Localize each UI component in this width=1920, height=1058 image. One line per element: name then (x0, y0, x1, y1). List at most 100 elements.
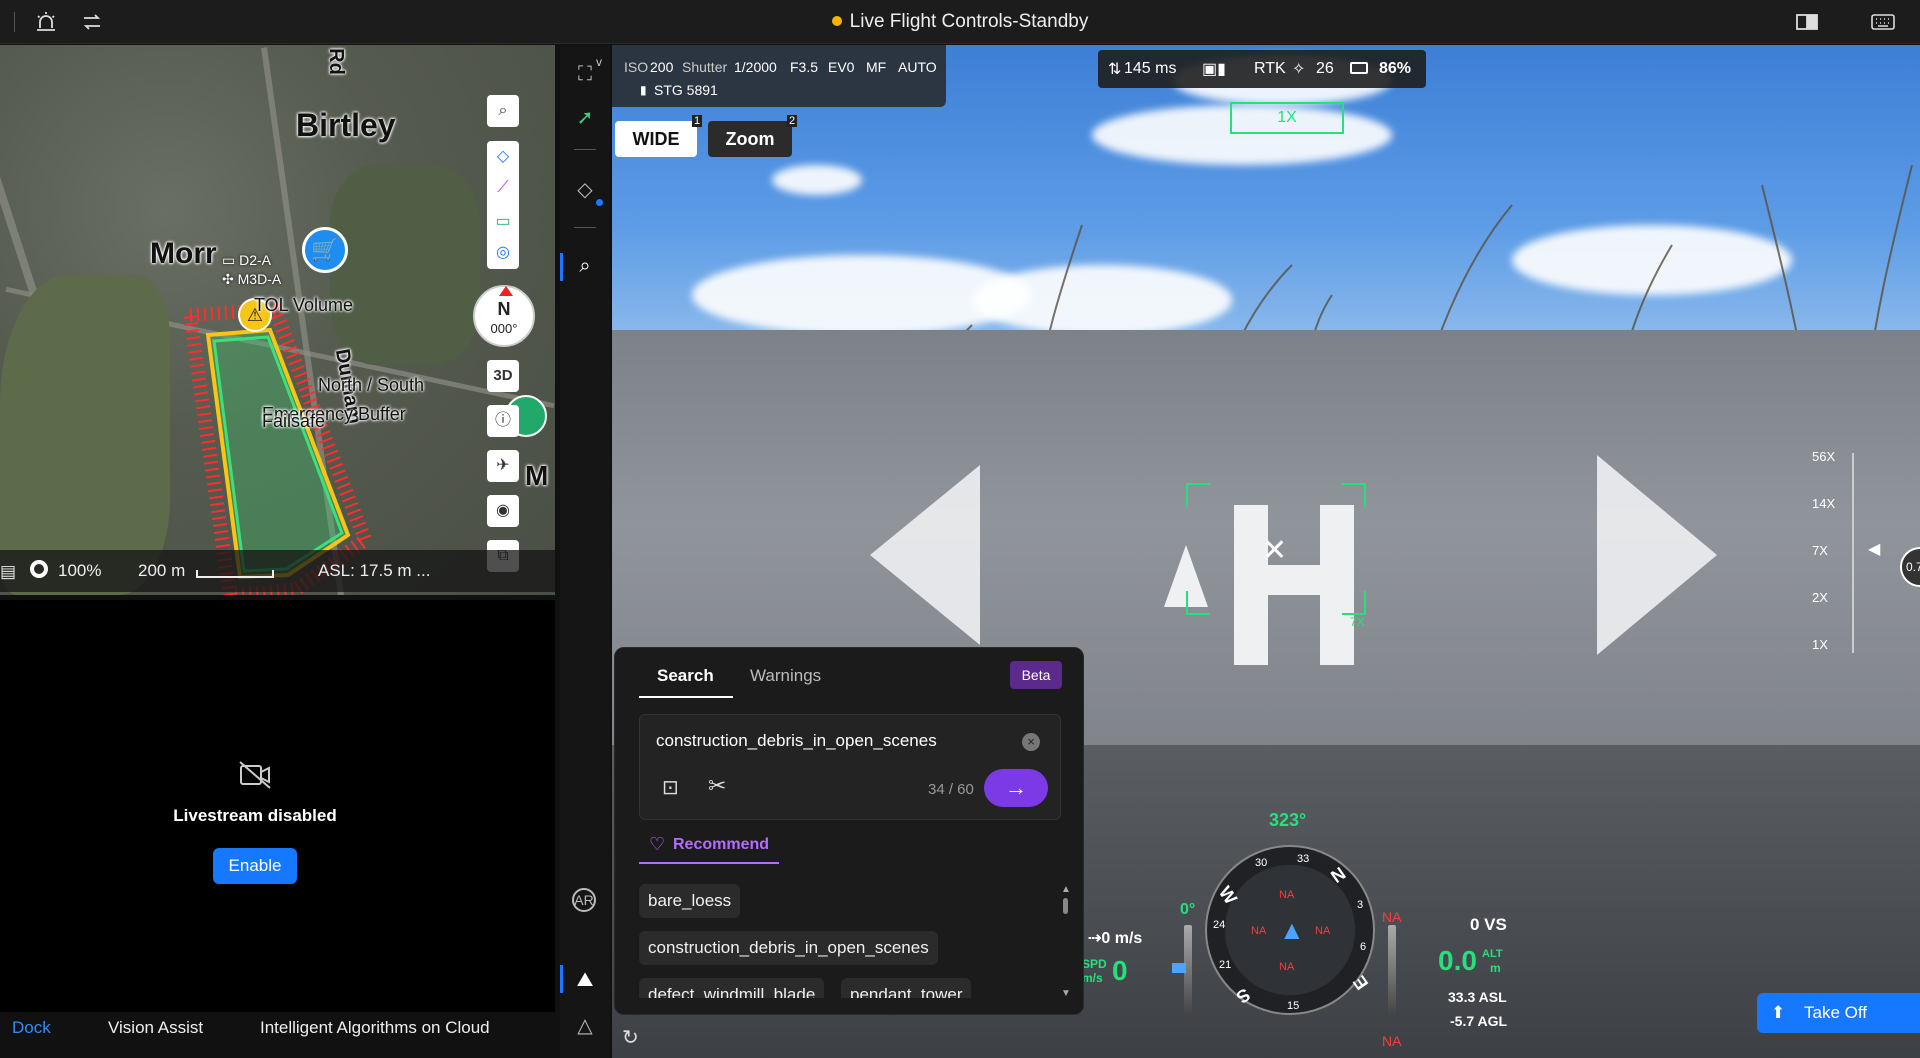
page-title: Live Flight Controls-Standby (0, 11, 1920, 33)
tab-vision-assist[interactable]: Vision Assist (108, 1018, 203, 1038)
take-off-icon: ⬆ (1771, 1003, 1786, 1022)
tab-warnings[interactable]: Warnings (750, 666, 821, 686)
take-off-label: Take Off (1803, 1003, 1867, 1022)
waypoint-icon[interactable]: ◇ (572, 177, 598, 203)
zoom-tick-14x: 14X (1812, 496, 1836, 511)
search-panel: Search Warnings Beta construction_debris… (614, 647, 1084, 1015)
submit-button[interactable]: → (984, 769, 1048, 807)
layout-icon[interactable] (1795, 10, 1819, 34)
search-input[interactable]: construction_debris_in_open_scenes (656, 731, 937, 751)
iso-value[interactable]: 200 (650, 59, 673, 75)
compass-mark-w: W (1214, 882, 1241, 908)
map-nav-icon[interactable]: ➚ (572, 105, 598, 131)
cart-pin-icon[interactable]: 🛒 (302, 227, 348, 273)
draw-circle-icon[interactable]: ◎ (487, 242, 519, 262)
lens-wide-index: 1 (692, 115, 703, 127)
rtk-label: RTK (1254, 60, 1286, 77)
keyboard-icon[interactable] (1870, 10, 1895, 34)
battery-icon (1350, 62, 1368, 74)
heading-readout: 323° (1269, 810, 1307, 830)
enable-button[interactable]: Enable (213, 848, 297, 884)
tab-search[interactable]: Search (657, 666, 714, 686)
focus-mode[interactable]: MF (866, 59, 886, 75)
chevron-down-icon[interactable]: v (596, 55, 602, 69)
map-draw-point-icon[interactable]: ◇ ⟋ ▭ ◎ (487, 141, 519, 269)
device-m3da[interactable]: ✣ M3D-A (222, 271, 281, 288)
livestream-message: Livestream disabled (173, 806, 337, 825)
fullscreen-icon[interactable]: ⛶ (572, 61, 598, 87)
tab-dock[interactable]: Dock (12, 1018, 51, 1038)
altitude-unit: m (1490, 961, 1501, 975)
camera-off-icon (238, 760, 272, 795)
side-value: 0.7 (1906, 560, 1920, 574)
clear-icon[interactable]: × (1022, 733, 1040, 751)
status-bar: ⇅ 145 ms ▣▮ RTK ✧ 26 86% (1098, 50, 1426, 88)
chip-bare-loess[interactable]: bare_loess (639, 884, 741, 918)
horizon-icon[interactable]: ⛰ (572, 967, 598, 993)
map-locate-icon[interactable]: ◉ (487, 495, 519, 527)
map-view[interactable]: Birtley Morr Rd Durham M ▭ D2-A ✣ M3D-A … (0, 45, 555, 595)
recommend-label[interactable]: Recommend (673, 836, 769, 854)
compass-dial: N W S E 30 33 3 6 24 21 15 NA NA NA NA ▲ (1205, 845, 1375, 1015)
aperture-value[interactable]: F3.5 (790, 59, 818, 75)
lens-zoom-button[interactable]: Zoom (708, 121, 792, 157)
map-label-me: M (525, 460, 549, 491)
device-label: M3D-A (237, 271, 282, 287)
draw-line-icon[interactable]: ⟋ (487, 179, 519, 197)
chip-pendant-tower[interactable]: pendant_tower (841, 978, 972, 998)
ar-icon[interactable]: AR (572, 888, 596, 912)
scroll-up-icon[interactable]: ▲ (1061, 884, 1071, 895)
chip-construction-debris[interactable]: construction_debris_in_open_scenes (639, 931, 938, 965)
active-indicator (560, 965, 563, 993)
spd-value: 0 (1112, 955, 1128, 986)
agl-value: -5.7 AGL (1450, 1013, 1508, 1029)
refresh-icon[interactable]: ↻ (622, 1025, 639, 1050)
map-save-icon[interactable]: ▤ (0, 562, 16, 582)
spd-label: SPD (1082, 957, 1107, 971)
shapes-icon[interactable]: △ (572, 1013, 598, 1039)
speed-arrow-icon: ⇢ (1088, 930, 1102, 947)
ai-search-icon[interactable]: ⌕ (572, 253, 598, 279)
target-zoom-label: 7X (1350, 615, 1365, 629)
map-opacity: 100% (58, 561, 102, 580)
chip-defect-windmill-blade[interactable]: defect_windmill_blade (639, 978, 825, 998)
target-reticle[interactable]: ✕ (1186, 483, 1366, 615)
gimbal-pointer-icon (1172, 963, 1186, 973)
compass-na-right: NA (1315, 925, 1331, 937)
spd-unit: m/s (1082, 971, 1103, 985)
exposure-mode[interactable]: AUTO (898, 59, 937, 75)
device-d2a[interactable]: ▭ D2-A (222, 252, 271, 269)
draw-point-icon[interactable]: ◇ (487, 146, 519, 166)
scroll-down-icon[interactable]: ▼ (1061, 988, 1071, 999)
ev-value[interactable]: EV0 (828, 59, 854, 75)
compass-na-top: NA (1279, 889, 1295, 901)
map-asl: ASL: 17.5 m ... (318, 561, 431, 580)
lens-wide-button[interactable]: WIDE (615, 121, 697, 157)
camera-params: ISO 200 Shutter 1/2000 F3.5 EV0 MF AUTO … (612, 45, 946, 107)
arrow-right-icon: → (1005, 775, 1027, 800)
arrow-right-icon (1597, 455, 1717, 655)
image-upload-icon[interactable]: ⊡ (662, 775, 679, 800)
altitude-label: ALT (1482, 948, 1503, 960)
lens-wide-label: WIDE (632, 129, 680, 149)
draw-polygon-icon[interactable]: ▭ (487, 211, 519, 231)
zoom-tick-1x: 1X (1812, 637, 1828, 652)
compass-mark-15: 15 (1287, 1000, 1300, 1012)
tab-intelligent-algorithms[interactable]: Intelligent Algorithms on Cloud (260, 1018, 490, 1038)
map-info-icon[interactable]: ⓘ (487, 405, 519, 437)
map-aircraft-icon[interactable]: ✈ (487, 450, 519, 482)
map-search-icon[interactable]: ⌕ (487, 95, 519, 127)
opacity-icon[interactable] (30, 560, 48, 578)
map-compass[interactable]: N 000° (473, 285, 535, 347)
char-count: 34 / 60 (928, 781, 974, 798)
iso-label: ISO (624, 59, 649, 75)
shutter-value[interactable]: 1/2000 (734, 59, 777, 75)
compass-mark-21: 21 (1219, 959, 1232, 971)
compass-needle-icon (499, 286, 513, 296)
take-off-button[interactable]: ⬆ Take Off (1757, 993, 1920, 1033)
map-3d-button[interactable]: 3D (487, 360, 519, 392)
compass-mark-6: 6 (1360, 941, 1367, 953)
zoom-scale[interactable]: 56X 14X 7X 2X 1X ◀ (1812, 449, 1880, 653)
scissors-icon[interactable]: ✂ (708, 773, 726, 799)
scrollbar-thumb[interactable] (1063, 898, 1068, 914)
